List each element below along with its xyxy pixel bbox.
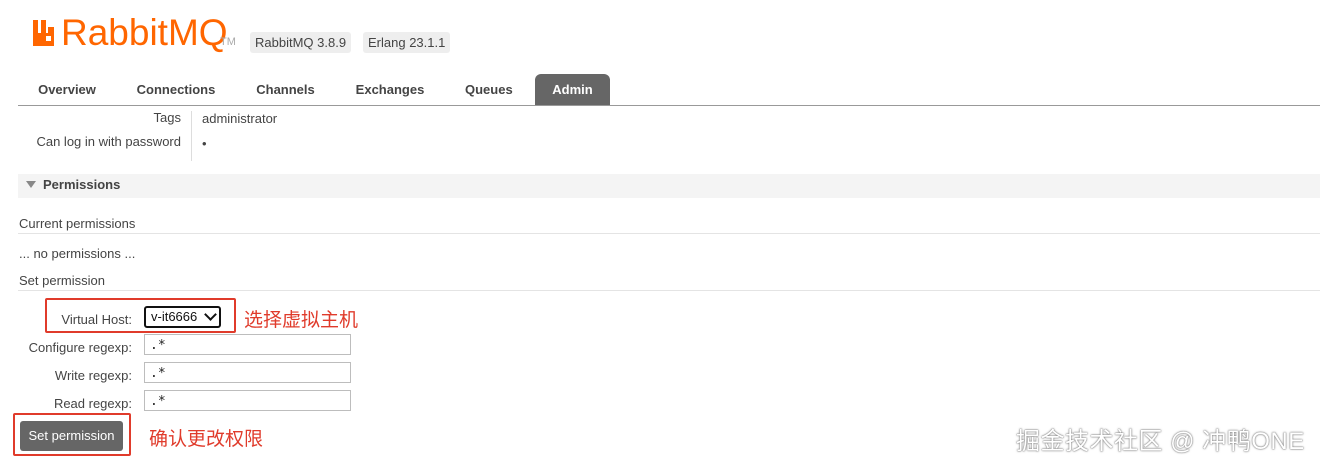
tab-overview[interactable]: Overview xyxy=(18,74,116,105)
current-permissions-heading: Current permissions xyxy=(19,216,136,231)
tab-channels[interactable]: Channels xyxy=(240,74,331,105)
annotation-select-vhost: 选择虚拟主机 xyxy=(244,310,359,331)
password-value: • xyxy=(202,136,207,151)
password-label: Can log in with password xyxy=(36,134,181,149)
permissions-section-title[interactable]: Permissions xyxy=(43,177,120,192)
watermark: 掘金技术社区 @ 冲鸭ONE xyxy=(1016,428,1305,455)
rabbitmq-version-badge: RabbitMQ 3.8.9 xyxy=(250,32,352,53)
configure-regexp-input[interactable]: .* xyxy=(144,334,351,355)
read-regexp-input[interactable]: .* xyxy=(144,390,351,411)
annotation-highlight-box xyxy=(45,298,236,333)
logo-wordmark: RabbitMQ xyxy=(61,12,228,53)
configure-regexp-label: Configure regexp: xyxy=(28,340,132,355)
logo-trademark: TM xyxy=(220,36,236,48)
tab-exchanges[interactable]: Exchanges xyxy=(339,74,441,105)
tab-bar-divider xyxy=(18,105,1320,106)
collapse-caret-icon[interactable] xyxy=(26,181,36,188)
write-regexp-input[interactable]: .* xyxy=(144,362,351,383)
read-regexp-label: Read regexp: xyxy=(53,396,132,411)
tab-queues[interactable]: Queues xyxy=(449,74,528,105)
tab-connections[interactable]: Connections xyxy=(120,74,232,105)
tab-admin[interactable]: Admin xyxy=(535,74,610,105)
divider xyxy=(18,233,1320,234)
tags-label: Tags xyxy=(153,110,181,125)
annotation-confirm-change: 确认更改权限 xyxy=(149,429,264,450)
rabbitmq-logo-icon xyxy=(33,20,54,46)
erlang-version-badge: Erlang 23.1.1 xyxy=(363,32,451,53)
no-permissions-text: ... no permissions ... xyxy=(19,246,136,261)
set-permission-heading: Set permission xyxy=(19,273,105,288)
info-divider xyxy=(191,111,192,161)
permissions-section-header[interactable] xyxy=(18,174,1320,198)
write-regexp-label: Write regexp: xyxy=(54,368,132,383)
annotation-highlight-box xyxy=(13,413,131,456)
divider xyxy=(18,290,1320,291)
tags-value: administrator xyxy=(202,111,278,126)
